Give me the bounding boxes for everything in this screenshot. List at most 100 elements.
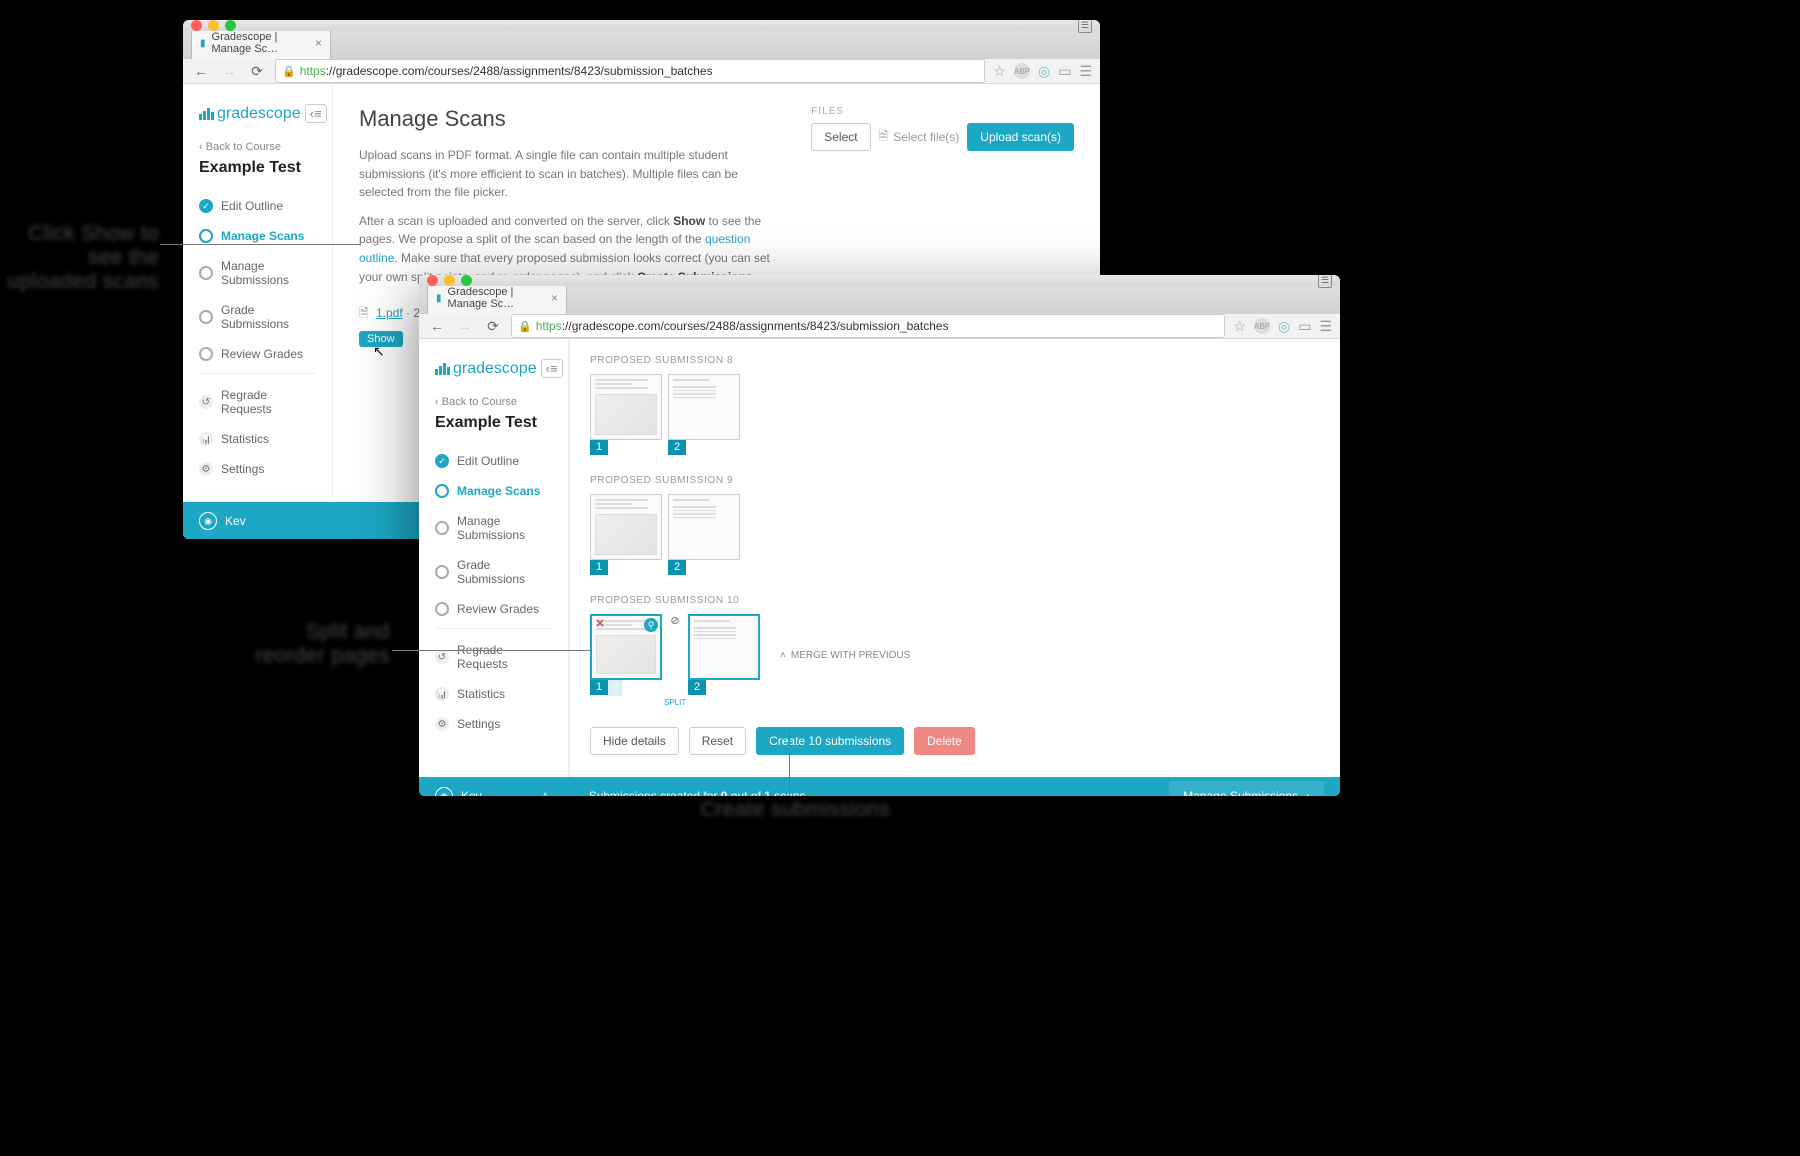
- sidebar-item-manage-submissions[interactable]: Manage Submissions: [435, 506, 552, 550]
- page-thumbnail[interactable]: 2: [688, 614, 760, 695]
- reset-button[interactable]: Reset: [689, 727, 746, 755]
- annotation-line: [160, 244, 360, 245]
- logo[interactable]: gradescope: [199, 105, 301, 123]
- cast-icon[interactable]: ▭: [1058, 63, 1071, 80]
- maximize-window-icon[interactable]: [225, 20, 236, 31]
- sidebar-item-grade-submissions[interactable]: Grade Submissions: [199, 295, 316, 339]
- sidebar-item-manage-scans[interactable]: Manage Scans: [199, 221, 316, 251]
- thumbnail-image[interactable]: [590, 494, 662, 560]
- drag-handle-icon[interactable]: ⋮⋮: [608, 680, 622, 696]
- gear-icon: [435, 717, 449, 731]
- reload-button[interactable]: ⟳: [483, 318, 503, 335]
- submission-header: PROPOSED SUBMISSION 10: [590, 595, 1320, 606]
- cast-icon[interactable]: ▭: [1298, 318, 1311, 335]
- star-icon[interactable]: ☆: [993, 63, 1006, 80]
- sidebar-item-regrade-requests[interactable]: Regrade Requests: [435, 635, 552, 679]
- sidebar-item-settings[interactable]: Settings: [199, 454, 316, 484]
- close-window-icon[interactable]: [191, 20, 202, 31]
- sidebar-item-statistics[interactable]: Statistics: [435, 679, 552, 709]
- url-rest: ://gradescope.com/courses/2488/assignmen…: [326, 64, 713, 78]
- url-input[interactable]: 🔒 https://gradescope.com/courses/2488/as…: [275, 59, 985, 83]
- thumbnail-image[interactable]: [668, 374, 740, 440]
- logo-text: gradescope: [453, 360, 537, 378]
- remove-page-icon[interactable]: ✕: [594, 618, 606, 630]
- url-https: https: [536, 319, 562, 333]
- user-avatar-icon: ◉: [199, 512, 217, 530]
- sidebar-item-manage-submissions[interactable]: Manage Submissions: [199, 251, 316, 295]
- page-number-badge: 2: [688, 679, 706, 695]
- sidebar-item-edit-outline[interactable]: Edit Outline: [199, 191, 316, 221]
- upload-button[interactable]: Upload scan(s): [967, 123, 1074, 151]
- collapse-sidebar-icon[interactable]: ‹≡: [541, 359, 563, 378]
- create-submissions-button[interactable]: Create 10 submissions: [756, 727, 904, 755]
- thumbnail-image[interactable]: ✕⚲: [590, 614, 662, 680]
- merge-with-previous-link[interactable]: ˄ MERGE WITH PREVIOUS: [780, 650, 910, 661]
- url-input[interactable]: 🔒 https://gradescope.com/courses/2488/as…: [511, 314, 1225, 338]
- sidebar-item-review-grades[interactable]: Review Grades: [199, 339, 316, 374]
- abp-icon[interactable]: ABP: [1014, 63, 1030, 79]
- page-thumbnail[interactable]: 2: [668, 374, 740, 455]
- select-button[interactable]: Select: [811, 123, 870, 151]
- close-window-icon[interactable]: [427, 275, 438, 286]
- thumbnail-image[interactable]: [668, 494, 740, 560]
- traffic-lights[interactable]: [427, 275, 472, 286]
- sidebar-item-statistics[interactable]: Statistics: [199, 424, 316, 454]
- profile-icon[interactable]: ☰: [1318, 275, 1332, 288]
- back-to-course-link[interactable]: ‹ Back to Course: [199, 141, 316, 153]
- sidebar-item-manage-scans[interactable]: Manage Scans: [435, 476, 552, 506]
- stats-icon: [199, 432, 213, 446]
- profile-icon[interactable]: ☰: [1078, 20, 1092, 33]
- tab-bar: ▮ Gradescope | Manage Sc… ×: [419, 286, 1340, 314]
- maximize-window-icon[interactable]: [461, 275, 472, 286]
- file-icon-label: 🗎 Select file(s): [879, 127, 960, 148]
- footer-user[interactable]: ◉ Kev: [199, 512, 246, 530]
- traffic-lights[interactable]: [191, 20, 236, 31]
- close-tab-icon[interactable]: ×: [551, 291, 558, 305]
- logo[interactable]: gradescope: [435, 360, 537, 378]
- footer-user[interactable]: ◉ Kev: [435, 787, 482, 796]
- star-icon[interactable]: ☆: [1233, 318, 1246, 335]
- page-thumbnail[interactable]: 2: [668, 494, 740, 575]
- stats-icon: [435, 687, 449, 701]
- menu-icon[interactable]: ☰: [1079, 63, 1092, 80]
- ext-icon[interactable]: ◎: [1278, 318, 1290, 335]
- sidebar-item-regrade-requests[interactable]: Regrade Requests: [199, 380, 316, 424]
- close-tab-icon[interactable]: ×: [315, 36, 322, 50]
- sidebar-item-edit-outline[interactable]: Edit Outline: [435, 446, 552, 476]
- sidebar-item-settings[interactable]: Settings: [435, 709, 552, 739]
- user-name: Kev: [225, 514, 246, 528]
- page-thumbnail[interactable]: ✕⚲1⋮⋮: [590, 614, 662, 696]
- thumbnail-image[interactable]: [688, 614, 760, 680]
- page-thumbnail[interactable]: 1: [590, 494, 662, 575]
- zoom-icon[interactable]: ⚲: [644, 618, 658, 632]
- user-menu-caret-icon[interactable]: ˄: [542, 789, 549, 796]
- sidebar-item-grade-submissions[interactable]: Grade Submissions: [435, 550, 552, 594]
- cursor-icon: ↖: [373, 343, 385, 360]
- manage-submissions-button[interactable]: Manage Submissions ›: [1169, 781, 1324, 796]
- collapse-sidebar-icon[interactable]: ‹≡: [305, 104, 327, 123]
- page-thumbnail[interactable]: 1: [590, 374, 662, 455]
- split-handle-icon[interactable]: ⊘: [670, 614, 679, 627]
- sidebar-item-label: Settings: [457, 717, 500, 731]
- menu-icon[interactable]: ☰: [1319, 318, 1332, 335]
- circle-icon: [199, 199, 213, 213]
- user-avatar-icon: ◉: [435, 787, 453, 796]
- minimize-window-icon[interactable]: [208, 20, 219, 31]
- back-button[interactable]: ←: [427, 318, 447, 334]
- ext-icon[interactable]: ◎: [1038, 63, 1050, 80]
- thumbnail-image[interactable]: [590, 374, 662, 440]
- hide-details-button[interactable]: Hide details: [590, 727, 679, 755]
- sidebar-item-review-grades[interactable]: Review Grades: [435, 594, 552, 629]
- show-button[interactable]: Show ↖: [359, 331, 403, 347]
- back-to-course-link[interactable]: ‹ Back to Course: [435, 396, 552, 408]
- reload-button[interactable]: ⟳: [247, 63, 267, 80]
- scan-filename-link[interactable]: 1.pdf: [376, 306, 403, 320]
- back-button[interactable]: ←: [191, 63, 211, 79]
- circle-icon: [199, 266, 213, 280]
- circle-icon: [435, 484, 449, 498]
- minimize-window-icon[interactable]: [444, 275, 455, 286]
- abp-icon[interactable]: ABP: [1254, 318, 1270, 334]
- sidebar-item-label: Grade Submissions: [221, 303, 316, 331]
- delete-button[interactable]: Delete: [914, 727, 975, 755]
- address-bar: ← → ⟳ 🔒 https://gradescope.com/courses/2…: [419, 314, 1340, 339]
